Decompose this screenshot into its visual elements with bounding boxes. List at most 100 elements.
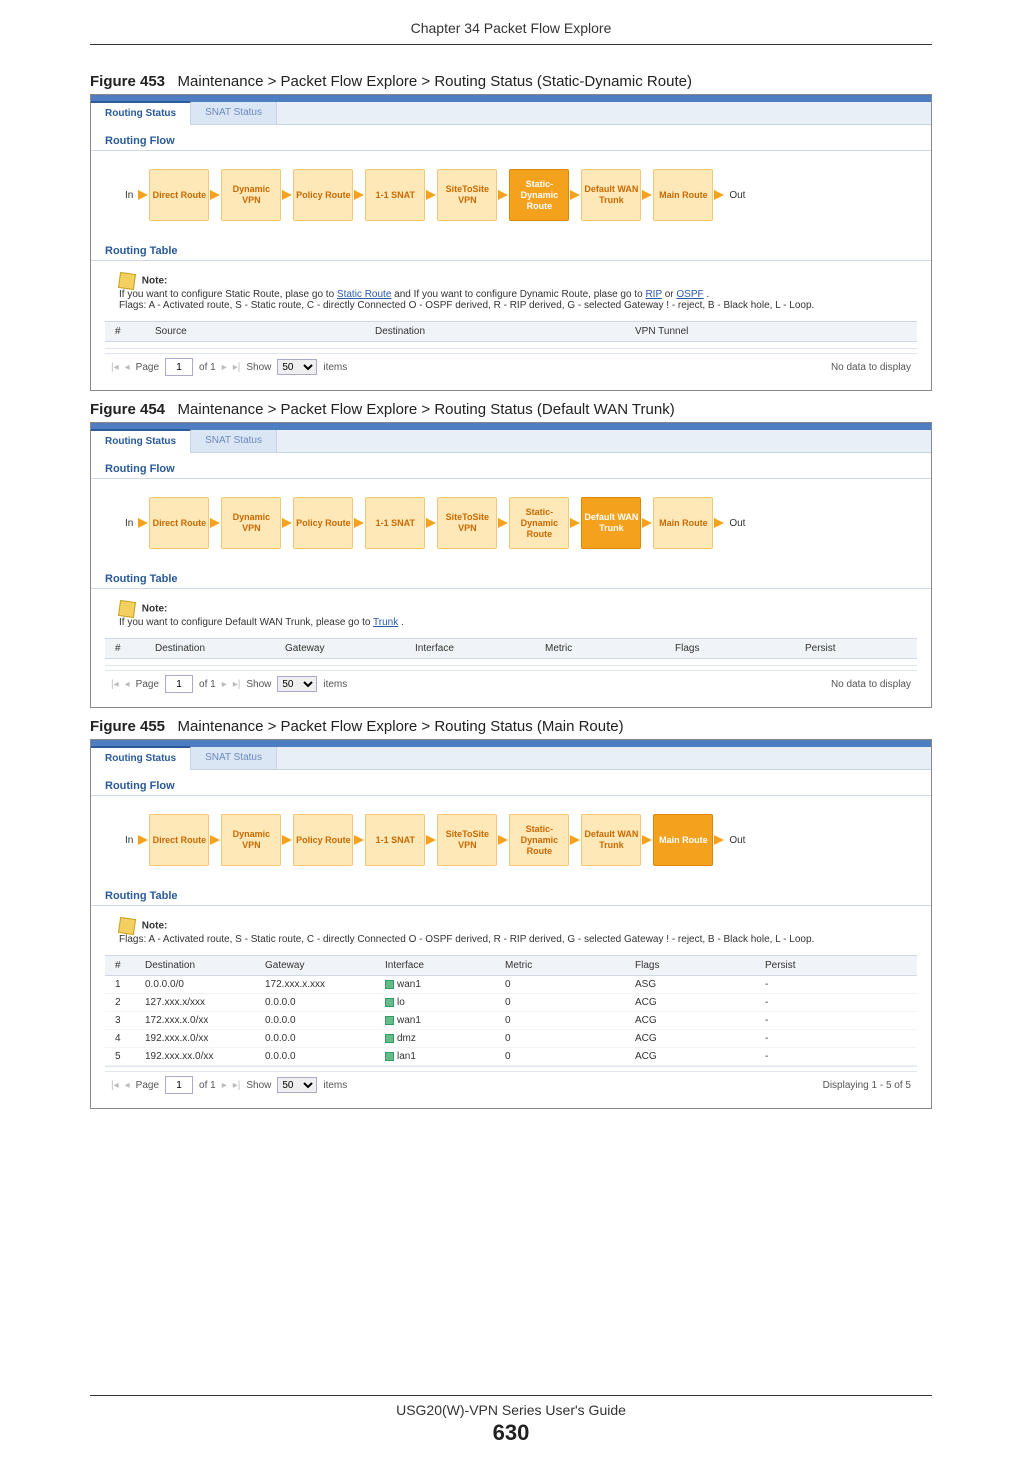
cell-persist: -: [765, 1033, 907, 1044]
cell-flags: ACG: [635, 1033, 765, 1044]
tab-routing-status[interactable]: Routing Status: [91, 101, 191, 125]
show-label: Show: [246, 679, 271, 690]
link-rip[interactable]: RIP: [645, 289, 662, 300]
col-num: #: [115, 643, 155, 654]
cell-interface: dmz: [385, 1033, 505, 1044]
cell-interface: wan1: [385, 1015, 505, 1026]
flow-site-to-site-vpn[interactable]: SiteToSite VPN: [437, 169, 497, 221]
show-select[interactable]: 50: [277, 676, 317, 692]
table-header: # Source Destination VPN Tunnel: [105, 321, 917, 342]
cell-metric: 0: [505, 979, 635, 990]
window-titlebar: [91, 95, 931, 102]
arrow-icon: [642, 835, 652, 845]
items-label: items: [323, 1080, 347, 1091]
col-flags: Flags: [675, 643, 805, 654]
tab-routing-status[interactable]: Routing Status: [91, 429, 191, 453]
next-page-button[interactable]: ▸: [222, 1080, 227, 1091]
flow-main-route[interactable]: Main Route: [653, 169, 713, 221]
note-text-pre: If you want to configure Default WAN Tru…: [119, 617, 373, 628]
arrow-icon: [282, 518, 292, 528]
last-page-button[interactable]: ▸|: [233, 362, 241, 373]
col-persist: Persist: [765, 960, 907, 971]
out-label: Out: [729, 518, 745, 529]
flow-default-wan-trunk[interactable]: Default WAN Trunk: [581, 497, 641, 549]
show-select[interactable]: 50: [277, 359, 317, 375]
arrow-icon: [642, 190, 652, 200]
arrow-icon: [138, 835, 148, 845]
prev-page-button[interactable]: ◂: [125, 679, 130, 690]
col-interface: Interface: [415, 643, 545, 654]
flow-11-snat[interactable]: 1-1 SNAT: [365, 497, 425, 549]
cell-num: 1: [115, 979, 145, 990]
cell-num: 4: [115, 1033, 145, 1044]
of-label: of 1: [199, 362, 216, 373]
col-metric: Metric: [545, 643, 675, 654]
arrow-icon: [282, 835, 292, 845]
tab-snat-status[interactable]: SNAT Status: [191, 430, 277, 452]
page-input[interactable]: [165, 675, 193, 693]
flow-main-route[interactable]: Main Route: [653, 814, 713, 866]
flow-site-to-site-vpn[interactable]: SiteToSite VPN: [437, 497, 497, 549]
cell-destination: 192.xxx.x.0/xx: [145, 1033, 265, 1044]
first-page-button[interactable]: |◂: [111, 362, 119, 373]
page-input[interactable]: [165, 358, 193, 376]
arrow-icon: [498, 835, 508, 845]
prev-page-button[interactable]: ◂: [125, 362, 130, 373]
next-page-button[interactable]: ▸: [222, 362, 227, 373]
in-label: In: [125, 190, 133, 201]
flow-static-dynamic-route[interactable]: Static-Dynamic Route: [509, 497, 569, 549]
tab-routing-status[interactable]: Routing Status: [91, 746, 191, 770]
next-page-button[interactable]: ▸: [222, 679, 227, 690]
arrow-icon: [210, 835, 220, 845]
link-static-route[interactable]: Static Route: [337, 289, 391, 300]
link-trunk[interactable]: Trunk: [373, 617, 398, 628]
cell-gateway: 0.0.0.0: [265, 997, 385, 1008]
flow-policy-route[interactable]: Policy Route: [293, 814, 353, 866]
flow-site-to-site-vpn[interactable]: SiteToSite VPN: [437, 814, 497, 866]
table-row[interactable]: 4192.xxx.x.0/xx0.0.0.0dmz0ACG-: [105, 1030, 917, 1048]
flow-static-dynamic-route[interactable]: Static-Dynamic Route: [509, 814, 569, 866]
figure-455-panel: Routing Status SNAT Status Routing Flow …: [90, 739, 932, 1109]
flow-direct-route[interactable]: Direct Route: [149, 814, 209, 866]
prev-page-button[interactable]: ◂: [125, 1080, 130, 1091]
cell-gateway: 0.0.0.0: [265, 1033, 385, 1044]
cell-flags: ACG: [635, 1015, 765, 1026]
cell-flags: ASG: [635, 979, 765, 990]
flow-default-wan-trunk[interactable]: Default WAN Trunk: [581, 814, 641, 866]
flow-static-dynamic-route[interactable]: Static-Dynamic Route: [509, 169, 569, 221]
flow-direct-route[interactable]: Direct Route: [149, 497, 209, 549]
table-body: 10.0.0.0/0172.xxx.x.xxxwan10ASG-2127.xxx…: [105, 976, 917, 1067]
first-page-button[interactable]: |◂: [111, 1080, 119, 1091]
figure-453-num: Figure 453: [90, 73, 165, 90]
tab-snat-status[interactable]: SNAT Status: [191, 747, 277, 769]
table-row[interactable]: 5192.xxx.xx.0/xx0.0.0.0lan10ACG-: [105, 1048, 917, 1066]
table-row[interactable]: 3172.xxx.x.0/xx0.0.0.0wan10ACG-: [105, 1012, 917, 1030]
last-page-button[interactable]: ▸|: [233, 1080, 241, 1091]
tab-snat-status[interactable]: SNAT Status: [191, 102, 277, 124]
last-page-button[interactable]: ▸|: [233, 679, 241, 690]
flow-11-snat[interactable]: 1-1 SNAT: [365, 814, 425, 866]
first-page-button[interactable]: |◂: [111, 679, 119, 690]
flow-main-route[interactable]: Main Route: [653, 497, 713, 549]
table-row[interactable]: 10.0.0.0/0172.xxx.x.xxxwan10ASG-: [105, 976, 917, 994]
flow-direct-route[interactable]: Direct Route: [149, 169, 209, 221]
flow-dynamic-vpn[interactable]: Dynamic VPN: [221, 169, 281, 221]
cell-metric: 0: [505, 1033, 635, 1044]
figure-454-num: Figure 454: [90, 401, 165, 418]
out-label: Out: [729, 190, 745, 201]
col-flags: Flags: [635, 960, 765, 971]
link-ospf[interactable]: OSPF: [676, 289, 703, 300]
note-text-or: or: [665, 289, 677, 300]
window-titlebar: [91, 423, 931, 430]
page-input[interactable]: [165, 1076, 193, 1094]
flow-dynamic-vpn[interactable]: Dynamic VPN: [221, 497, 281, 549]
flow-11-snat[interactable]: 1-1 SNAT: [365, 169, 425, 221]
table-row[interactable]: 2127.xxx.x/xxx0.0.0.0lo0ACG-: [105, 994, 917, 1012]
cell-num: 3: [115, 1015, 145, 1026]
show-select[interactable]: 50: [277, 1077, 317, 1093]
figure-453-text: Maintenance > Packet Flow Explore > Rout…: [178, 73, 692, 90]
flow-dynamic-vpn[interactable]: Dynamic VPN: [221, 814, 281, 866]
flow-default-wan-trunk[interactable]: Default WAN Trunk: [581, 169, 641, 221]
flow-policy-route[interactable]: Policy Route: [293, 497, 353, 549]
flow-policy-route[interactable]: Policy Route: [293, 169, 353, 221]
